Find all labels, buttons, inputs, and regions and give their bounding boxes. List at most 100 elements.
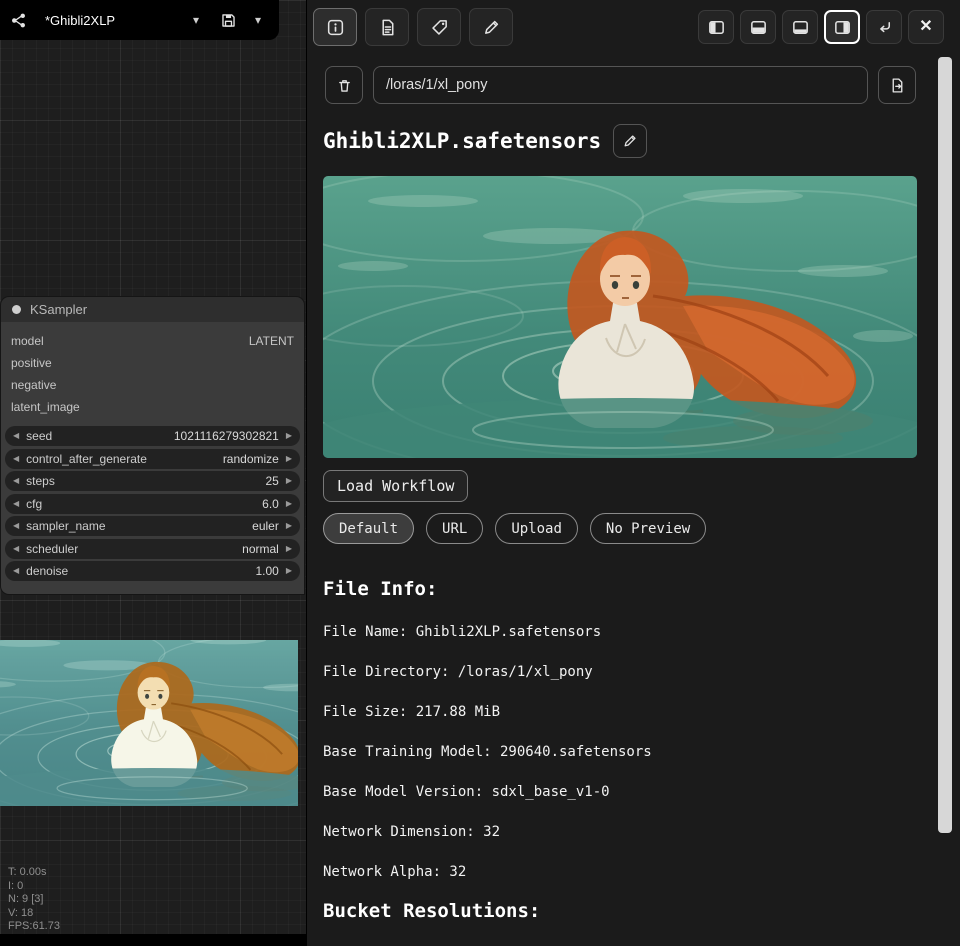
popout-button[interactable] xyxy=(866,10,902,44)
tag-icon xyxy=(430,18,449,37)
edit-title-button[interactable] xyxy=(613,124,647,158)
artwork-image xyxy=(323,176,917,458)
pencil-icon xyxy=(482,18,501,37)
dock-right-icon xyxy=(833,18,852,37)
close-icon: ✕ xyxy=(919,19,932,35)
file-info-row: Network Dimension: 32 xyxy=(323,824,960,840)
dock-bottom-button[interactable] xyxy=(740,10,776,44)
slot-label: positive xyxy=(11,356,52,370)
close-panel-button[interactable]: ✕ xyxy=(908,10,944,44)
stat-line: T: 0.00s xyxy=(8,866,60,880)
output-slot-label[interactable]: LATENT xyxy=(249,334,294,348)
widget-steps[interactable]: ◀ steps 25 ▶ xyxy=(5,471,300,491)
file-info-row: Network Alpha: 32 xyxy=(323,864,960,880)
pencil-icon xyxy=(622,133,638,149)
stat-line: I: 0 xyxy=(8,880,60,894)
preview-tab-default[interactable]: Default xyxy=(323,513,414,544)
file-export-icon xyxy=(889,77,906,94)
trash-icon xyxy=(336,77,353,94)
save-menu-button[interactable]: ▾ xyxy=(243,6,273,34)
widget-scheduler[interactable]: ◀ scheduler normal ▶ xyxy=(5,539,300,559)
file-info-row: File Size: 217.88 MiB xyxy=(323,704,960,720)
input-slot-positive[interactable]: positive xyxy=(1,352,304,374)
node-body: model LATENT positive negative latent_im… xyxy=(0,322,305,595)
arrow-right-icon[interactable]: ▶ xyxy=(286,477,292,485)
stat-line: N: 9 [3] xyxy=(8,893,60,907)
share-graph-icon[interactable] xyxy=(10,12,27,29)
preview-source-tabs: Default URL Upload No Preview xyxy=(323,513,960,544)
workflow-name: *Ghibli2XLP xyxy=(45,13,115,28)
dock-left-button[interactable] xyxy=(698,10,734,44)
widget-value: euler xyxy=(252,519,279,533)
widget-value: 6.0 xyxy=(262,497,279,511)
arrow-right-icon[interactable]: ▶ xyxy=(286,567,292,575)
move-file-button[interactable] xyxy=(878,66,916,104)
workflow-canvas[interactable]: *Ghibli2XLP ▾ ▾ KSampler model xyxy=(0,0,306,946)
widget-name: steps xyxy=(26,474,55,488)
arrow-right-icon[interactable]: ▶ xyxy=(286,522,292,530)
input-slot-negative[interactable]: negative xyxy=(1,374,304,396)
collapse-dot-icon[interactable] xyxy=(12,305,21,314)
widget-name: seed xyxy=(26,429,52,443)
tab-info[interactable] xyxy=(313,8,357,46)
file-info-row: File Directory: /loras/1/xl_pony xyxy=(323,664,960,680)
input-slot-model[interactable]: model LATENT xyxy=(1,330,304,352)
arrow-right-icon[interactable]: ▶ xyxy=(286,455,292,463)
arrow-right-icon[interactable]: ▶ xyxy=(286,432,292,440)
file-info-heading: File Info: xyxy=(323,578,960,600)
stat-line: V: 18 xyxy=(8,907,60,921)
widget-cfg[interactable]: ◀ cfg 6.0 ▶ xyxy=(5,494,300,514)
arrow-left-icon[interactable]: ◀ xyxy=(13,500,19,508)
arrow-right-icon[interactable]: ▶ xyxy=(286,545,292,553)
stat-line: FPS:61.73 xyxy=(8,920,60,934)
node-ksampler[interactable]: KSampler model LATENT positive negative … xyxy=(0,296,305,595)
delete-model-button[interactable] xyxy=(325,66,363,104)
widget-seed[interactable]: ◀ seed 1021116279302821 ▶ xyxy=(5,426,300,446)
widget-sampler-name[interactable]: ◀ sampler_name euler ▶ xyxy=(5,516,300,536)
panel-window-controls: ✕ xyxy=(698,10,944,44)
arrow-left-icon[interactable]: ◀ xyxy=(13,545,19,553)
workflow-selector[interactable]: *Ghibli2XLP ▾ xyxy=(37,6,207,34)
widget-value: 25 xyxy=(265,474,278,488)
dock-bottom-thin-button[interactable] xyxy=(782,10,818,44)
slot-label: negative xyxy=(11,378,56,392)
arrow-right-icon[interactable]: ▶ xyxy=(286,500,292,508)
arrow-left-icon[interactable]: ◀ xyxy=(13,567,19,575)
tab-edit[interactable] xyxy=(469,8,513,46)
load-workflow-button[interactable]: Load Workflow xyxy=(323,470,468,502)
perf-stats: T: 0.00s I: 0 N: 9 [3] V: 18 FPS:61.73 xyxy=(8,866,60,934)
dock-left-icon xyxy=(707,18,726,37)
preview-image-node[interactable] xyxy=(0,640,298,806)
preview-tab-upload[interactable]: Upload xyxy=(495,513,578,544)
widget-value: 1021116279302821 xyxy=(174,429,279,443)
input-slot-latent-image[interactable]: latent_image xyxy=(1,396,304,418)
file-info-row: Base Training Model: 290640.safetensors xyxy=(323,744,960,760)
title-row: Ghibli2XLP.safetensors xyxy=(323,124,916,158)
arrow-left-icon[interactable]: ◀ xyxy=(13,455,19,463)
preview-tab-url[interactable]: URL xyxy=(426,513,483,544)
widget-denoise[interactable]: ◀ denoise 1.00 ▶ xyxy=(5,561,300,581)
bucket-resolutions-heading: Bucket Resolutions: xyxy=(323,900,960,922)
arrow-left-icon[interactable]: ◀ xyxy=(13,432,19,440)
path-row xyxy=(325,66,916,104)
dock-bottom-icon xyxy=(749,18,768,37)
node-title-bar[interactable]: KSampler xyxy=(0,296,305,322)
widget-name: cfg xyxy=(26,497,42,511)
widget-control-after-generate[interactable]: ◀ control_after_generate randomize ▶ xyxy=(5,449,300,469)
save-workflow-button[interactable] xyxy=(213,6,243,34)
generated-preview-image xyxy=(0,640,298,806)
arrow-left-icon[interactable]: ◀ xyxy=(13,522,19,530)
tab-description[interactable] xyxy=(365,8,409,46)
tab-tags[interactable] xyxy=(417,8,461,46)
save-icon xyxy=(220,12,237,29)
chevron-down-icon: ▾ xyxy=(255,14,261,26)
preview-tab-no-preview[interactable]: No Preview xyxy=(590,513,706,544)
slot-label: model xyxy=(11,334,44,348)
panel-scrollbar[interactable] xyxy=(938,52,952,940)
file-text-icon xyxy=(378,18,397,37)
arrow-left-icon[interactable]: ◀ xyxy=(13,477,19,485)
model-preview-image xyxy=(323,176,917,458)
dock-right-button[interactable] xyxy=(824,10,860,44)
path-input[interactable] xyxy=(373,66,868,104)
scrollbar-thumb[interactable] xyxy=(938,57,952,833)
